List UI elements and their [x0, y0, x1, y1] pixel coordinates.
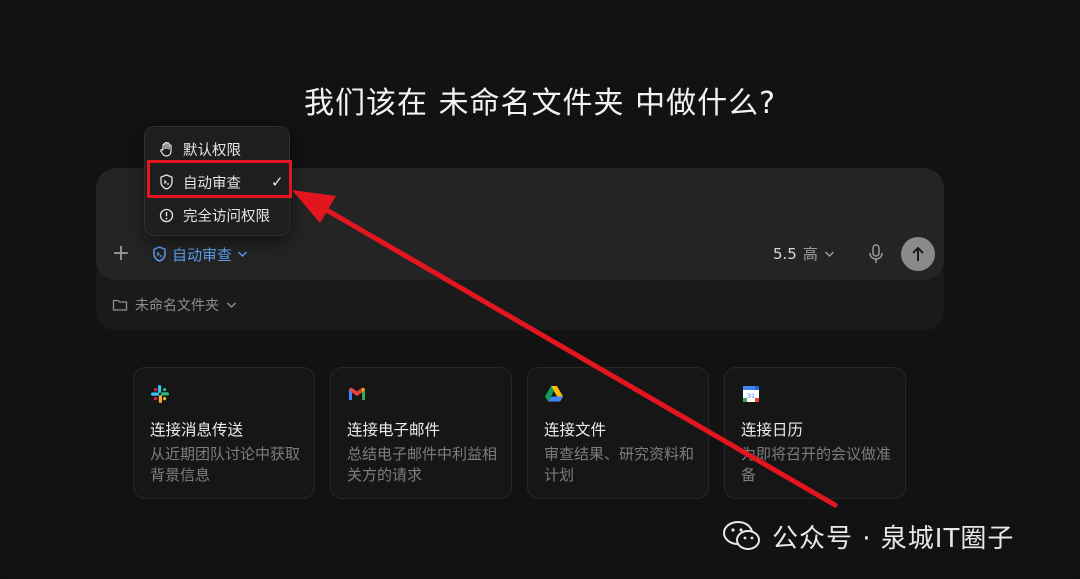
arrow-up-icon	[912, 246, 924, 261]
watermark-text: 公众号 · 泉城IT圈子	[772, 523, 1015, 554]
gmail-icon	[349, 387, 365, 400]
model-version: 5.5	[773, 244, 797, 263]
folder-icon	[112, 299, 128, 311]
slack-icon	[151, 385, 169, 403]
card-title: 连接日历	[741, 421, 804, 439]
card-connect-email[interactable]: 连接电子邮件 总结电子邮件中利益相关方的请求	[330, 367, 512, 499]
google-drive-icon	[545, 386, 563, 402]
model-effort: 高	[802, 245, 818, 263]
card-title: 连接文件	[544, 421, 607, 439]
menu-item-default-permission[interactable]: 默认权限	[159, 137, 241, 161]
card-description: 总结电子邮件中利益相关方的请求	[347, 445, 498, 484]
watermark: 公众号 · 泉城IT圈子	[722, 518, 1014, 554]
add-attachment-button[interactable]: +	[110, 240, 132, 268]
menu-item-full-access[interactable]: 完全访问权限	[159, 203, 270, 227]
card-title: 连接消息传送	[150, 421, 244, 439]
svg-text:31: 31	[747, 392, 755, 400]
card-description: 为即将召开的会议做准备	[741, 445, 892, 484]
chevron-down-icon	[237, 251, 248, 258]
card-description: 从近期团队讨论中获取背景信息	[150, 445, 301, 484]
hand-icon	[160, 141, 172, 157]
chevron-down-icon	[226, 302, 237, 309]
microphone-icon[interactable]	[866, 242, 886, 266]
shield-terminal-icon	[153, 246, 166, 262]
google-calendar-icon: 31	[743, 386, 759, 402]
annotation-highlight-box	[147, 160, 292, 198]
card-connect-messaging[interactable]: 连接消息传送 从近期团队讨论中获取背景信息	[133, 367, 315, 499]
permission-mode-label: 自动审查	[172, 245, 233, 264]
alert-circle-icon	[159, 208, 174, 222]
chevron-down-icon	[824, 250, 834, 257]
card-connect-files[interactable]: 连接文件 审查结果、研究资料和计划	[527, 367, 709, 499]
folder-label: 未命名文件夹	[135, 298, 219, 314]
card-title: 连接电子邮件	[347, 421, 441, 439]
card-description: 审查结果、研究资料和计划	[544, 445, 695, 484]
wechat-icon	[723, 521, 760, 550]
model-select[interactable]: 5.5 高	[773, 243, 835, 264]
app-window: 我们该在 未命名文件夹 中做什么? + 自动审查 5.5 高 未命名文件夹 默认…	[0, 0, 1080, 579]
page-title: 我们该在 未命名文件夹 中做什么?	[304, 86, 776, 121]
menu-item-label: 默认权限	[183, 142, 241, 159]
permission-mode-select[interactable]: 自动审查	[152, 242, 248, 266]
send-button[interactable]	[901, 237, 935, 271]
card-connect-calendar[interactable]: 31 连接日历 为即将召开的会议做准备	[724, 367, 906, 499]
folder-selector[interactable]: 未命名文件夹	[112, 295, 237, 315]
menu-item-label: 完全访问权限	[183, 208, 270, 225]
